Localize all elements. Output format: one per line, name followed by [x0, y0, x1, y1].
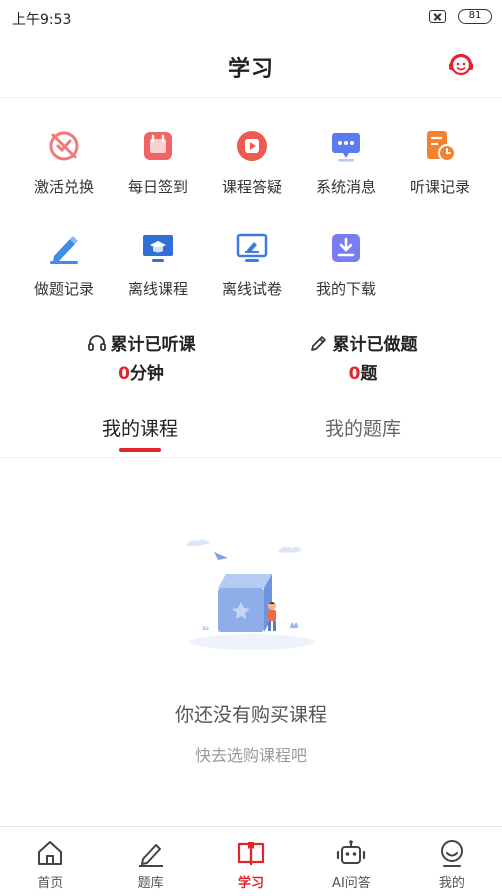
grid-item-offline-course[interactable]: 离线课程: [111, 222, 205, 324]
grid-item-offline-paper[interactable]: 离线试卷: [205, 222, 299, 324]
grid-item-activate[interactable]: 激活兑换: [17, 120, 111, 222]
grid-label: 课程答疑: [221, 178, 282, 196]
grid-label: 离线试卷: [221, 280, 282, 298]
listen-stat-title: 累计已听课: [110, 335, 196, 355]
nav-item-question-bank[interactable]: 题库: [100, 827, 200, 896]
headphones-icon: [87, 334, 106, 351]
exercise-record-icon: [50, 236, 78, 264]
tab-my-question-bank[interactable]: 我的题库: [283, 414, 443, 441]
empty-state-title: 你还没有购买课程: [174, 704, 327, 726]
status-indicators: 81: [429, 9, 492, 24]
course-tabs: 我的课程 我的题库: [0, 408, 502, 458]
nav-item-study[interactable]: 学习: [201, 827, 301, 896]
nav-label: 首页: [37, 876, 64, 891]
profile-icon: [440, 840, 463, 867]
grid-label: 我的下载: [315, 280, 376, 298]
daily-checkin-icon: [144, 132, 172, 160]
home-icon: [38, 841, 63, 865]
study-stats: 累计已听课 0分钟 累计已做题 0题: [0, 330, 502, 384]
header: 学习: [0, 34, 502, 98]
grid-item-exercise-record[interactable]: 做题记录: [17, 222, 111, 324]
nav-label: 题库: [137, 876, 164, 891]
grid-label: 每日签到: [127, 178, 188, 196]
feature-grid: 激活兑换 每日签到 课程答疑 系统消息 听课记录 做题记录 离线课程 离线试卷 …: [17, 120, 487, 324]
pencil-icon: [310, 335, 326, 351]
exercise-stat: 累计已做题 0题: [268, 330, 458, 384]
active-tab-indicator: [119, 448, 161, 452]
question-bank-icon: [138, 844, 163, 867]
grid-label: 做题记录: [33, 280, 94, 298]
nav-label: AI问答: [332, 876, 371, 891]
nav-item-ai-qa[interactable]: AI问答: [301, 827, 401, 896]
grid-label: 激活兑换: [33, 178, 94, 196]
offline-paper-icon: [236, 233, 268, 262]
customer-service-icon[interactable]: [446, 50, 476, 80]
system-message-icon: [332, 133, 360, 162]
grid-label: 系统消息: [315, 178, 376, 196]
exercise-stat-value: 0: [348, 364, 361, 384]
grid-item-listen-record[interactable]: 听课记录: [393, 120, 487, 222]
grid-item-checkin[interactable]: 每日签到: [111, 120, 205, 222]
exercise-stat-unit: 题: [360, 364, 378, 384]
listen-stat-value: 0: [118, 364, 130, 384]
grid-item-system-message[interactable]: 系统消息: [299, 120, 393, 222]
tab-my-courses[interactable]: 我的课程: [60, 414, 220, 441]
grid-label: 离线课程: [127, 280, 188, 298]
listen-stat-unit: 分钟: [129, 364, 164, 384]
grid-item-course-qa[interactable]: 课程答疑: [205, 120, 299, 222]
empty-state-subtitle[interactable]: 快去选购课程吧: [0, 742, 502, 766]
page-title: 学习: [227, 57, 274, 82]
bottom-nav: 首页 题库 学习 AI问答 我的: [0, 826, 502, 896]
nav-item-profile[interactable]: 我的: [402, 827, 502, 896]
listen-stat: 累计已听课 0分钟: [46, 330, 236, 384]
status-time: 上午9:53: [12, 12, 72, 28]
empty-box-illustration: [186, 539, 314, 650]
status-bar: 上午9:53 81: [0, 0, 502, 34]
grid-label: 听课记录: [409, 178, 470, 196]
activate-redeem-icon: [49, 131, 79, 161]
my-download-icon: [332, 234, 360, 262]
course-qa-icon: [237, 131, 267, 161]
ai-robot-icon: [337, 840, 366, 864]
nav-item-home[interactable]: 首页: [0, 827, 100, 896]
nav-label: 我的: [438, 876, 465, 891]
listen-record-icon: [427, 131, 456, 162]
study-book-icon: [237, 842, 265, 866]
nav-label: 学习: [238, 876, 265, 891]
offline-course-icon: [143, 235, 173, 262]
no-sim-icon: [429, 10, 446, 23]
exercise-stat-title: 累计已做题: [332, 335, 418, 355]
battery-icon: 81: [458, 9, 492, 24]
grid-item-my-download[interactable]: 我的下载: [299, 222, 393, 324]
